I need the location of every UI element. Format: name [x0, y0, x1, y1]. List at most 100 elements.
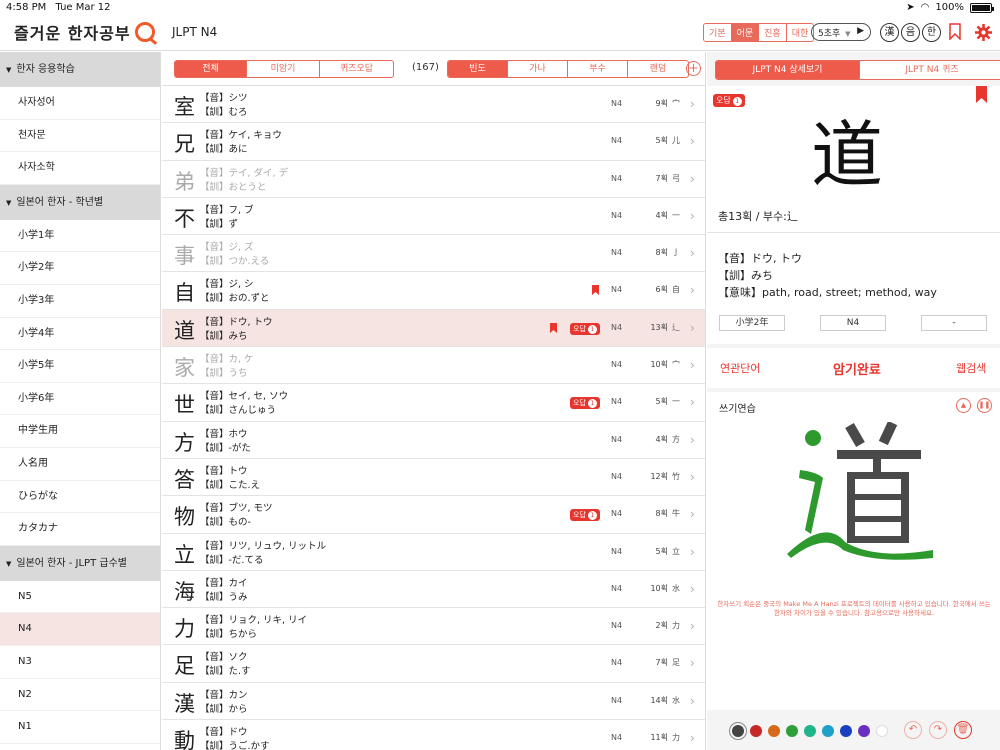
- kanji-row[interactable]: 不【音】フ, ブ【訓】ず N4 4획 一 ›: [162, 198, 705, 236]
- color-swatch-teal[interactable]: [804, 725, 816, 737]
- bookmark-icon[interactable]: [949, 23, 961, 40]
- detail-tabs[interactable]: JLPT N4 상세보기 JLPT N4 퀴즈: [715, 60, 1000, 80]
- kanji-row[interactable]: 漢【音】カン 【訓】から N4 14획 水 ›: [162, 683, 705, 721]
- row-strokes: 5획: [655, 546, 668, 556]
- web-search-button[interactable]: 웹검색: [956, 360, 986, 376]
- kanji-row[interactable]: 答【音】トウ 【訓】こた.え N4 12획 竹 ›: [162, 459, 705, 497]
- kanji-row[interactable]: 世【音】セイ, セ, ソウ 【訓】さんじゅう 오답 1 N4 5획 一 ›: [162, 384, 705, 422]
- kanji-row[interactable]: 立【音】リツ, リュウ, リットル 【訓】-だ.てる N4 5획 立 ›: [162, 534, 705, 571]
- extra-chip: -: [921, 315, 987, 331]
- memorized-button[interactable]: 암기완료: [833, 359, 881, 378]
- graduation-icon[interactable]: ▲: [956, 398, 971, 413]
- kanji-row[interactable]: 物【音】ブツ, モツ 【訓】もの- 오답 1 N4 8획 牛 ›: [162, 496, 705, 534]
- sidebar-item-sajasohak[interactable]: 사자소학: [0, 152, 160, 185]
- related-words-button[interactable]: 연관단어: [720, 360, 760, 376]
- color-swatch-orange[interactable]: [768, 725, 780, 737]
- sidebar-item-grade1[interactable]: 小学1年: [0, 220, 160, 253]
- detail-kanji: 道: [811, 113, 884, 197]
- sidebar-section-grade[interactable]: ▼ 일본어 한자 - 학년별: [0, 184, 160, 220]
- sidebar-section-applied[interactable]: ▼ 한자 응용학습: [0, 52, 160, 87]
- kanji-row[interactable]: 海【音】カイ 【訓】うみ N4 10획 水 ›: [162, 571, 705, 609]
- kanji-row[interactable]: 力【音】リョク, リキ, リイ 【訓】ちから N4 2획 力 ›: [162, 608, 705, 646]
- sidebar-item-sajaseongeo[interactable]: 사자성어: [0, 87, 160, 120]
- sort-frequency[interactable]: 빈도: [448, 61, 508, 77]
- play-icon[interactable]: ▶: [857, 26, 864, 36]
- row-on-reading: 【音】セイ, セ, ソウ: [200, 391, 289, 403]
- sidebar-item-n4[interactable]: N4: [0, 613, 160, 646]
- stroke-drawing-canvas[interactable]: [785, 422, 935, 562]
- trash-icon[interactable]: 🗑: [954, 721, 972, 739]
- sidebar-item-jinmeiyou[interactable]: 人名用: [0, 448, 160, 481]
- kanji-row[interactable]: 家【音】カ, ケ【訓】うち N4 10획 宀 ›: [162, 347, 705, 385]
- writing-practice: 쓰기연습 ▲ ❚❚ 한자쓰기 획순은 중국의 Make Me A Hanzi 프…: [707, 392, 1000, 710]
- toggle-eum-button[interactable]: 음: [901, 23, 920, 42]
- color-swatch-dark[interactable]: [732, 725, 744, 737]
- sidebar-item-n5[interactable]: N5: [0, 581, 160, 614]
- sidebar-item-middle[interactable]: 中学生用: [0, 415, 160, 448]
- color-swatch-purple[interactable]: [858, 725, 870, 737]
- kanji-row[interactable]: 事【音】ジ, ズ【訓】つか.える N4 8획 亅 ›: [162, 235, 705, 273]
- sort-random[interactable]: 랜덤: [628, 61, 688, 77]
- chevron-right-icon: ›: [690, 358, 695, 373]
- pause-icon[interactable]: ❚❚: [977, 398, 992, 413]
- row-on-reading: 【音】カ, ケ: [200, 354, 254, 366]
- sidebar-item-n3[interactable]: N3: [0, 646, 160, 679]
- sidebar-item-grade5[interactable]: 小学5年: [0, 350, 160, 383]
- row-level: N4: [611, 509, 623, 519]
- undo-icon[interactable]: ↶: [904, 721, 922, 739]
- toggle-hanja-button[interactable]: 漢: [880, 23, 899, 42]
- kanji-row[interactable]: 自【音】ジ, シ【訓】おの.ずと N4 6획 自 ›: [162, 272, 705, 310]
- sidebar-item-katakana[interactable]: カタカナ: [0, 513, 160, 546]
- filter-unmemorized[interactable]: 미암기: [247, 61, 320, 77]
- mode-jinheung[interactable]: 진흥: [759, 24, 787, 41]
- row-on-reading: 【音】カイ: [200, 577, 248, 589]
- bookmark-icon[interactable]: [592, 285, 599, 296]
- filter-quiz-wrong[interactable]: 퀴즈오답: [320, 61, 393, 77]
- sort-kana[interactable]: 가나: [508, 61, 568, 77]
- tab-detail[interactable]: JLPT N4 상세보기: [716, 61, 860, 79]
- expand-triangle-icon: ▼: [6, 198, 12, 207]
- toggle-hangul-button[interactable]: 한: [922, 23, 941, 42]
- memorize-filter-segment[interactable]: 전체 미암기 퀴즈오답: [174, 60, 394, 78]
- grade-chip: 小学2年: [719, 315, 785, 331]
- sidebar-item-grade4[interactable]: 小学4年: [0, 318, 160, 351]
- gear-icon[interactable]: [975, 24, 992, 41]
- reading-mode-segment[interactable]: 기본 어문 진흥 대한: [703, 23, 815, 42]
- autoplay-timer[interactable]: 5초후 ▼ ▶: [811, 23, 871, 41]
- filter-all[interactable]: 전체: [175, 61, 247, 77]
- tab-quiz[interactable]: JLPT N4 퀴즈: [860, 61, 1000, 79]
- kanji-row[interactable]: 足【音】ソク 【訓】た.す N4 7획 足 ›: [162, 645, 705, 683]
- kanji-row[interactable]: 道【音】ドウ, トウ 【訓】みち 오답 1 N4 13획 辶 ›: [162, 309, 705, 348]
- sidebar-item-grade6[interactable]: 小学6年: [0, 383, 160, 416]
- mode-basic[interactable]: 기본: [704, 24, 732, 41]
- sidebar-item-grade3[interactable]: 小学3年: [0, 285, 160, 318]
- kanji-row[interactable]: 兄【音】ケイ, キョウ 【訓】あに N4 5획 儿 ›: [162, 123, 705, 161]
- mode-daehan[interactable]: 대한: [786, 24, 814, 41]
- row-kanji: 海: [174, 579, 195, 604]
- sidebar-item-hiragana[interactable]: ひらがな: [0, 481, 160, 514]
- kanji-row[interactable]: 方【音】ホウ 【訓】-がた N4 4획 方 ›: [162, 422, 705, 459]
- color-swatch-cyan[interactable]: [822, 725, 834, 737]
- bookmark-icon[interactable]: [550, 322, 557, 333]
- kanji-row[interactable]: 弟【音】テイ, ダイ, デ【訓】おとうと N4 7획 弓 ›: [162, 161, 705, 198]
- row-level: N4: [611, 397, 623, 407]
- sidebar-item-n1[interactable]: N1: [0, 711, 160, 744]
- kanji-row[interactable]: 動【音】ドウ 【訓】うご.かす N4 11획 力 ›: [162, 720, 705, 750]
- color-swatch-white[interactable]: [876, 725, 888, 737]
- bookmark-icon[interactable]: [976, 86, 987, 103]
- redo-icon[interactable]: ↷: [929, 721, 947, 739]
- sort-segment[interactable]: 빈도 가나 부수 랜덤: [447, 60, 689, 78]
- sidebar-item-grade2[interactable]: 小学2年: [0, 252, 160, 285]
- mode-eomun[interactable]: 어문: [731, 24, 760, 41]
- kanji-row[interactable]: 室【音】シツ 【訓】むろ N4 9획 宀 ›: [162, 86, 705, 124]
- sidebar-section-jlpt[interactable]: ▼ 일본어 한자 - JLPT 급수별: [0, 545, 160, 581]
- sidebar-item-n2[interactable]: N2: [0, 679, 160, 712]
- color-swatch-red[interactable]: [750, 725, 762, 737]
- add-icon[interactable]: +: [686, 61, 701, 76]
- sidebar-item-cheonjamun[interactable]: 천자문: [0, 120, 160, 153]
- timer-label: 5초후: [818, 29, 841, 39]
- sort-radical[interactable]: 부수: [568, 61, 628, 77]
- location-icon: ➤: [906, 2, 915, 13]
- color-swatch-blue[interactable]: [840, 725, 852, 737]
- color-swatch-green[interactable]: [786, 725, 798, 737]
